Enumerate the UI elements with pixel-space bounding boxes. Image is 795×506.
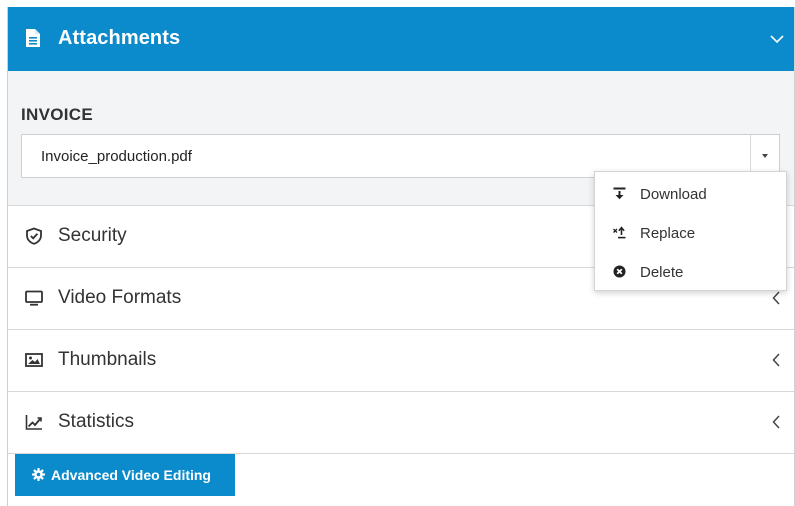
line-chart-icon [25, 415, 42, 430]
caret-down-icon [762, 154, 768, 158]
advanced-video-editing-label: Advanced Video Editing [51, 467, 211, 483]
menu-label-replace: Replace [640, 225, 696, 242]
shield-icon [26, 227, 42, 245]
attachments-header[interactable]: Attachments [8, 7, 794, 71]
chevron-left-icon [772, 353, 780, 367]
invoice-file-value: Invoice_production.pdf [41, 148, 192, 165]
section-thumbnails[interactable]: Thumbnails [8, 330, 794, 392]
menu-label-delete: Delete [640, 264, 684, 281]
menu-label-download: Download [640, 186, 707, 203]
section-label-thumbnails: Thumbnails [58, 349, 157, 370]
delete-icon [613, 265, 626, 278]
invoice-label: INVOICE [21, 105, 94, 124]
advanced-video-editing-button[interactable]: Advanced Video Editing [15, 454, 235, 496]
attachments-title: Attachments [58, 27, 181, 49]
file-actions-menu: Download Replace Delete [594, 171, 787, 291]
replace-icon [613, 226, 626, 239]
section-label-statistics: Statistics [58, 411, 135, 432]
chevron-down-icon[interactable] [770, 34, 784, 44]
download-icon [613, 187, 626, 200]
section-label-security: Security [58, 225, 127, 246]
menu-item-download[interactable]: Download [595, 175, 786, 213]
section-label-video-formats: Video Formats [58, 287, 182, 308]
chevron-left-icon [772, 291, 780, 305]
document-icon [26, 29, 40, 47]
monitor-icon [25, 290, 43, 306]
gear-icon [32, 468, 45, 481]
menu-item-delete[interactable]: Delete [595, 253, 786, 291]
section-statistics[interactable]: Statistics [8, 392, 794, 454]
menu-item-replace[interactable]: Replace [595, 214, 786, 252]
chevron-left-icon [772, 415, 780, 429]
image-icon [25, 353, 43, 367]
